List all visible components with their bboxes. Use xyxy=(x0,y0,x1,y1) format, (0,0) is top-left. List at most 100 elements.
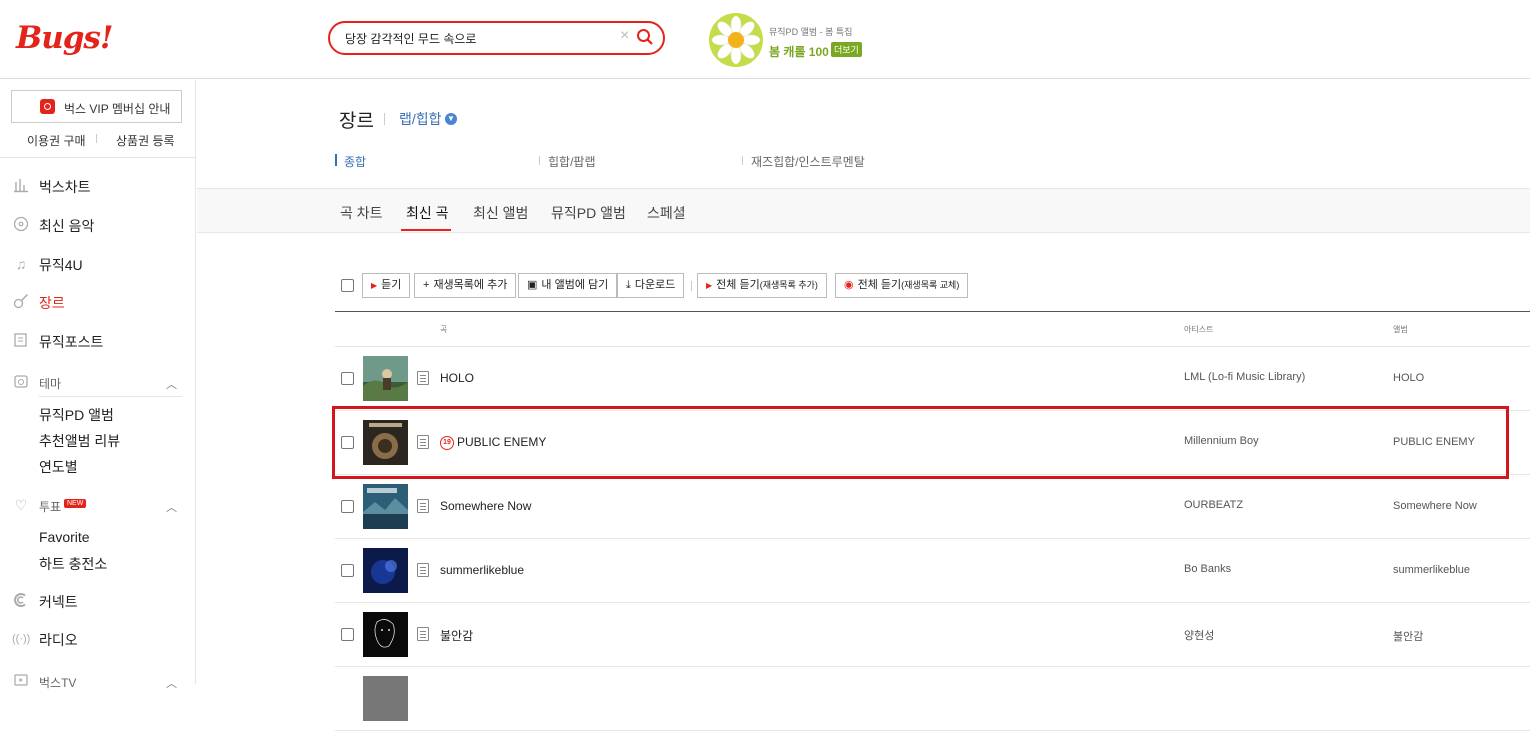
sidebar-item-label: 벅스TV xyxy=(39,676,77,690)
album-name[interactable]: HOLO xyxy=(1393,372,1424,384)
sidebar-sub-album-review[interactable]: 추천앨범 리뷰 xyxy=(39,431,120,451)
bugs-logo[interactable]: Bugs! xyxy=(16,20,113,56)
lyrics-icon[interactable] xyxy=(417,371,429,385)
table-row[interactable]: 불안감 양현성 불안감 xyxy=(335,603,1530,667)
table-row[interactable]: summerlikeblue Bo Banks summerlikeblue xyxy=(335,539,1530,603)
tab-new-songs[interactable]: 최신 곡 xyxy=(406,203,449,223)
sidebar-item-vote[interactable]: ♡ 투표 NEW ︿ xyxy=(0,493,196,517)
music-note-icon: ♫ xyxy=(15,256,27,272)
chart-icon xyxy=(12,177,30,195)
table-row[interactable]: HOLO LML (Lo-fi Music Library) HOLO xyxy=(335,347,1530,411)
album-name[interactable]: 불안감 xyxy=(1393,628,1423,644)
tab-music-pd-album[interactable]: 뮤직PD 앨범 xyxy=(551,203,626,223)
chevron-up-icon[interactable]: ︿ xyxy=(166,675,177,691)
artist-name[interactable]: OURBEATZ xyxy=(1184,499,1243,511)
listen-all-note: (재생목록 교체) xyxy=(901,280,960,290)
search-input[interactable] xyxy=(345,29,605,47)
row-checkbox[interactable] xyxy=(341,628,354,641)
sidebar-sub-music-pd-album[interactable]: 뮤직PD 앨범 xyxy=(39,405,114,425)
chevron-up-icon[interactable]: ︿ xyxy=(166,376,177,392)
sidebar-item-music4u[interactable]: ♫ 뮤직4U xyxy=(0,252,196,276)
divider xyxy=(691,281,692,291)
sidebar-item-genre[interactable]: 장르 xyxy=(0,290,196,314)
tab-song-chart[interactable]: 곡 차트 xyxy=(340,203,383,223)
sidebar-item-bugs-chart[interactable]: 벅스차트 xyxy=(0,174,196,198)
sidebar-item-bugs-tv[interactable]: 벅스TV ︿ xyxy=(0,669,196,693)
chevron-down-icon[interactable]: ▼ xyxy=(445,113,457,125)
table-header: 곡 아티스트 앨범 xyxy=(335,311,1530,347)
promo-banner[interactable]: 뮤직PD 앨범 - 봄 특집 봄 캐롤 100 더보기 xyxy=(708,12,908,68)
sidebar-item-new-music[interactable]: 최신 음악 xyxy=(0,213,196,237)
artist-name[interactable]: 양현성 xyxy=(1184,627,1214,643)
sidebar-item-connect[interactable]: 커넥트 xyxy=(0,589,196,613)
post-icon xyxy=(12,332,30,350)
subgenre-jazz-hiphop[interactable]: 재즈힙합/인스트루멘탈 xyxy=(751,153,865,170)
album-name[interactable]: Somewhere Now xyxy=(1393,500,1477,512)
page-title: 장르 xyxy=(339,111,374,132)
row-checkbox[interactable] xyxy=(341,372,354,385)
song-title[interactable]: HOLO xyxy=(440,371,474,385)
add-to-playlist-button[interactable]: + 재생목록에 추가 xyxy=(414,273,517,298)
listen-all-label: 전체 듣기 xyxy=(716,279,760,291)
song-title[interactable]: summerlikeblue xyxy=(440,563,524,577)
tab-special[interactable]: 스페셜 xyxy=(647,203,686,223)
row-checkbox[interactable] xyxy=(341,500,354,513)
track-toolbar: ▶ 듣기 + 재생목록에 추가 ▣ 내 앨범에 담기 ⤓ 다운로드 ▶ 전체 듣기(재생목… xyxy=(335,273,1035,299)
album-art[interactable] xyxy=(363,612,408,657)
sidebar-item-radio[interactable]: ((·)) 라디오 xyxy=(0,627,196,651)
sidebar-item-theme[interactable]: 테마 ︿ xyxy=(0,370,196,394)
artist-name[interactable]: Bo Banks xyxy=(1184,563,1231,575)
tab-new-albums[interactable]: 최신 앨범 xyxy=(473,203,528,223)
buy-pass-link[interactable]: 이용권 구매 xyxy=(27,132,86,149)
lyrics-icon[interactable] xyxy=(417,563,429,577)
radio-icon: ((·)) xyxy=(12,633,31,645)
add-playlist-label: 재생목록에 추가 xyxy=(433,279,508,291)
album-art[interactable] xyxy=(363,548,408,593)
listen-all-add-button[interactable]: ▶ 전체 듣기(재생목록 추가) xyxy=(697,273,827,298)
clear-icon[interactable]: × xyxy=(620,27,629,45)
search-box[interactable]: × xyxy=(328,21,665,55)
lyrics-icon[interactable] xyxy=(417,499,429,513)
new-badge: NEW xyxy=(64,499,87,508)
column-album: 앨범 xyxy=(1393,325,1408,334)
listen-all-replace-button[interactable]: ◉ 전체 듣기(재생목록 교체) xyxy=(835,273,969,298)
subgenre-all[interactable]: 종합 xyxy=(344,153,366,170)
vip-icon xyxy=(40,99,55,114)
album-art[interactable] xyxy=(363,676,408,721)
sidebar-sub-heart-charge[interactable]: 하트 충전소 xyxy=(39,554,107,574)
genre-dropdown[interactable]: 랩/힙합 xyxy=(399,109,442,129)
sidebar-sub-favorite[interactable]: Favorite xyxy=(39,529,90,545)
row-checkbox[interactable] xyxy=(341,564,354,577)
album-art[interactable] xyxy=(363,356,408,401)
sidebar: 벅스 VIP 멤버십 안내 이용권 구매 상품권 등록 벅스차트 최신 음악 ♫… xyxy=(0,80,196,690)
sidebar-item-label: 커넥트 xyxy=(39,594,78,610)
table-row[interactable] xyxy=(335,667,1530,731)
album-art[interactable] xyxy=(363,484,408,529)
column-song: 곡 xyxy=(440,325,448,334)
album-name[interactable]: summerlikeblue xyxy=(1393,564,1470,576)
download-icon: ⤓ xyxy=(626,279,631,291)
select-all-checkbox[interactable] xyxy=(341,279,354,292)
vip-membership-button[interactable]: 벅스 VIP 멤버십 안내 xyxy=(11,90,182,123)
sidebar-item-label: 장르 xyxy=(39,295,65,311)
subgenre-hiphop-poprap[interactable]: 힙합/팝랩 xyxy=(548,153,596,170)
search-icon[interactable] xyxy=(636,28,654,51)
register-coupon-link[interactable]: 상품권 등록 xyxy=(116,132,175,149)
promo-more-button[interactable]: 더보기 xyxy=(831,42,862,57)
song-title[interactable]: Somewhere Now xyxy=(440,499,531,513)
sidebar-item-music-post[interactable]: 뮤직포스트 xyxy=(0,329,196,353)
active-indicator xyxy=(335,154,337,166)
tab-bar: 곡 차트 최신 곡 최신 앨범 뮤직PD 앨범 스페셜 xyxy=(197,188,1530,233)
song-title[interactable]: 불안감 xyxy=(440,627,473,644)
highlight-box xyxy=(332,406,1509,479)
column-artist: 아티스트 xyxy=(1184,325,1214,334)
lyrics-icon[interactable] xyxy=(417,627,429,641)
listen-button[interactable]: ▶ 듣기 xyxy=(362,273,411,298)
chevron-up-icon[interactable]: ︿ xyxy=(166,499,177,515)
heart-icon: ♡ xyxy=(14,497,28,513)
artist-name[interactable]: LML (Lo-fi Music Library) xyxy=(1184,371,1305,383)
download-button[interactable]: ⤓ 다운로드 xyxy=(617,273,685,298)
sidebar-sub-by-year[interactable]: 연도별 xyxy=(39,457,78,477)
add-to-my-album-button[interactable]: ▣ 내 앨범에 담기 xyxy=(518,273,618,298)
table-row[interactable]: Somewhere Now OURBEATZ Somewhere Now xyxy=(335,475,1530,539)
